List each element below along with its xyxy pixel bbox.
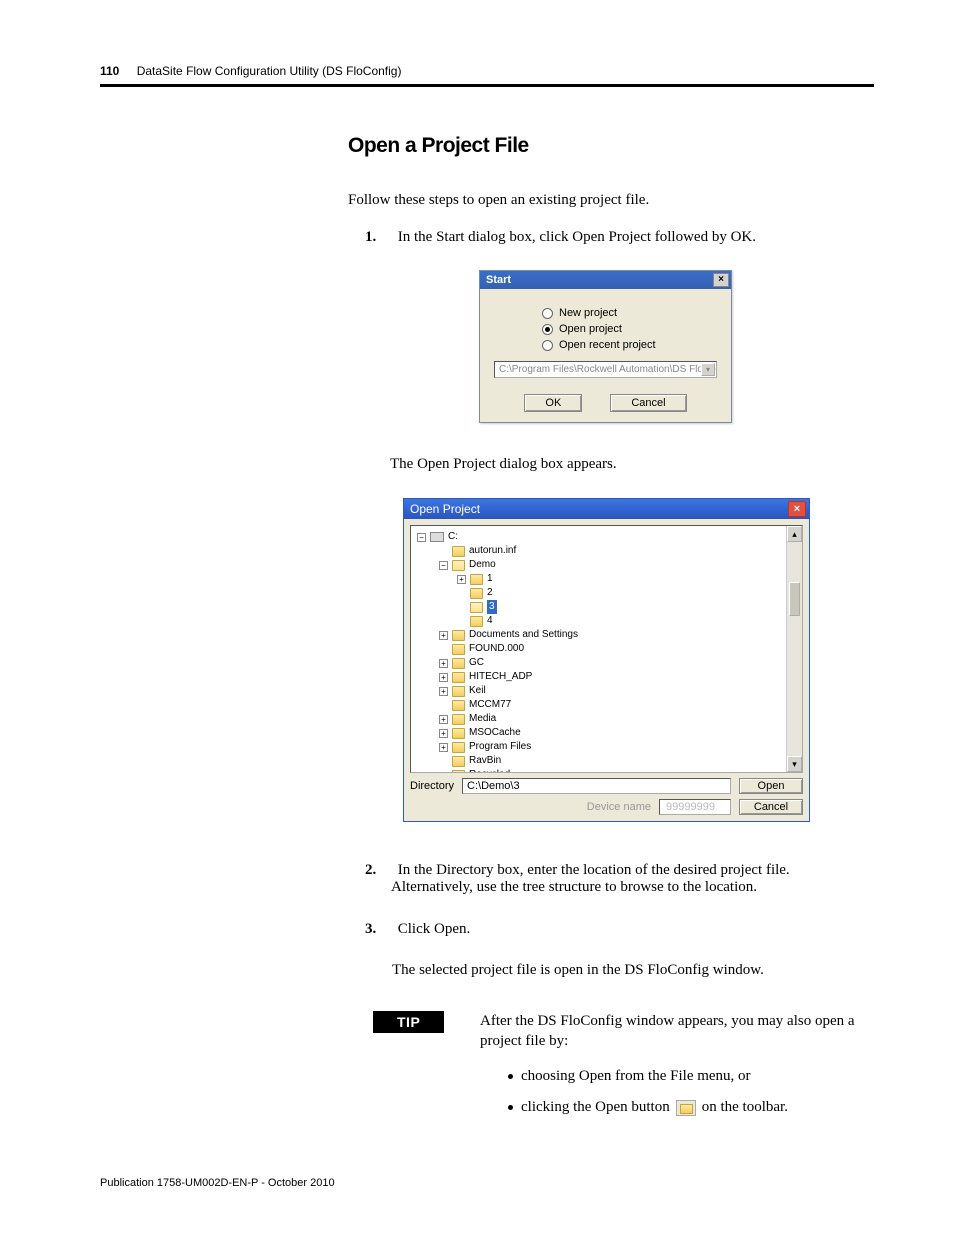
radio-icon bbox=[542, 324, 553, 335]
open-toolbar-icon bbox=[676, 1100, 696, 1116]
scroll-up-icon[interactable]: ▴ bbox=[787, 526, 802, 542]
folder-icon bbox=[452, 644, 465, 655]
scroll-down-icon[interactable]: ▾ bbox=[787, 756, 802, 772]
folder-icon bbox=[452, 700, 465, 711]
folder-icon bbox=[452, 742, 465, 753]
section-title: Open a Project File bbox=[348, 134, 529, 158]
tree-item[interactable]: +HITECH_ADP bbox=[417, 670, 802, 684]
recent-path-field[interactable]: C:\Program Files\Rockwell Automation\DS … bbox=[494, 361, 717, 378]
step-1-text: In the Start dialog box, click Open Proj… bbox=[398, 229, 756, 245]
tree-item[interactable]: +Media bbox=[417, 712, 802, 726]
scroll-thumb[interactable] bbox=[789, 582, 800, 616]
tree-item[interactable]: FOUND.000 bbox=[417, 642, 802, 656]
tip-bullet-1: choosing Open from the File menu, or bbox=[508, 1068, 788, 1085]
tree-item[interactable]: autorun.inf bbox=[417, 544, 802, 558]
step-1-number: 1. bbox=[365, 229, 376, 245]
folder-icon bbox=[470, 616, 483, 627]
tree-item[interactable]: 4 bbox=[417, 614, 802, 628]
intro-text: Follow these steps to open an existing p… bbox=[348, 192, 649, 209]
radio-open-recent[interactable]: Open recent project bbox=[542, 339, 717, 351]
step-1: 1. In the Start dialog box, click Open P… bbox=[365, 229, 756, 246]
radio-icon bbox=[542, 340, 553, 351]
start-dialog-title: Start × bbox=[480, 271, 731, 289]
close-icon[interactable]: × bbox=[713, 273, 729, 287]
folder-icon bbox=[452, 560, 465, 571]
step-2-number: 2. bbox=[365, 862, 376, 878]
open-dialog-title: Open Project × bbox=[404, 499, 809, 519]
radio-open-project[interactable]: Open project bbox=[542, 323, 717, 335]
folder-icon bbox=[452, 728, 465, 739]
step-3-number: 3. bbox=[365, 921, 376, 937]
tree-item[interactable]: −Demo bbox=[417, 558, 802, 572]
tip-text: After the DS FloConfig window appears, y… bbox=[480, 1011, 874, 1052]
page-number: 110 bbox=[100, 64, 119, 78]
tree-item[interactable]: +GC bbox=[417, 656, 802, 670]
folder-icon bbox=[452, 686, 465, 697]
start-dialog-body: New project Open project Open recent pro… bbox=[480, 289, 731, 422]
tree-item[interactable]: RavBin bbox=[417, 754, 802, 768]
folder-icon bbox=[452, 714, 465, 725]
directory-input[interactable]: C:\Demo\3 bbox=[462, 778, 731, 794]
open-dialog-body: −C: autorun.inf −Demo +1 2 3 4 +Document… bbox=[404, 519, 809, 821]
result-text: The selected project file is open in the… bbox=[392, 962, 764, 979]
page-footer: Publication 1758-UM002D-EN-P - October 2… bbox=[100, 1177, 335, 1189]
drive-icon bbox=[430, 532, 444, 542]
tree-item[interactable]: +1 bbox=[417, 572, 802, 586]
page-header: 110 DataSite Flow Configuration Utility … bbox=[100, 64, 874, 87]
folder-icon bbox=[470, 588, 483, 599]
device-name-field: 99999999 bbox=[659, 799, 731, 815]
tree-item[interactable]: 2 bbox=[417, 586, 802, 600]
tree-item[interactable]: +MSOCache bbox=[417, 726, 802, 740]
device-name-label: Device name bbox=[587, 801, 651, 813]
folder-icon bbox=[452, 770, 465, 774]
close-icon[interactable]: × bbox=[788, 501, 806, 517]
header-title: DataSite Flow Configuration Utility (DS … bbox=[137, 64, 402, 78]
step-3-text: Click Open. bbox=[398, 921, 471, 937]
radio-new-project[interactable]: New project bbox=[542, 307, 717, 319]
open-button[interactable]: Open bbox=[739, 778, 803, 794]
folder-icon bbox=[470, 574, 483, 585]
tree-item-selected[interactable]: 3 bbox=[417, 600, 802, 614]
tip-bullets: choosing Open from the File menu, or cli… bbox=[508, 1068, 788, 1130]
tree-item[interactable]: +Keil bbox=[417, 684, 802, 698]
cancel-button[interactable]: Cancel bbox=[739, 799, 803, 815]
folder-icon bbox=[470, 602, 483, 613]
tip-bullet-2: clicking the Open button on the toolbar. bbox=[508, 1099, 788, 1116]
folder-tree[interactable]: −C: autorun.inf −Demo +1 2 3 4 +Document… bbox=[410, 525, 803, 773]
tip-badge: TIP bbox=[373, 1011, 444, 1033]
ok-button[interactable]: OK bbox=[524, 394, 582, 412]
tree-item[interactable]: +Program Files bbox=[417, 740, 802, 754]
step-2-text-b: Alternatively, use the tree structure to… bbox=[391, 879, 874, 896]
dropdown-icon[interactable]: ▾ bbox=[701, 363, 715, 376]
tree-drive-c[interactable]: −C: bbox=[417, 530, 802, 544]
step-2: 2. In the Directory box, enter the locat… bbox=[365, 862, 874, 896]
open-project-dialog: Open Project × −C: autorun.inf −Demo +1 … bbox=[403, 498, 810, 822]
after-start-text: The Open Project dialog box appears. bbox=[390, 456, 617, 473]
tree-item[interactable]: MCCM77 bbox=[417, 698, 802, 712]
folder-icon bbox=[452, 756, 465, 767]
folder-icon bbox=[452, 546, 465, 557]
folder-icon bbox=[452, 672, 465, 683]
step-3: 3. Click Open. bbox=[365, 921, 470, 938]
tree-item[interactable]: Recycled bbox=[417, 768, 802, 773]
radio-icon bbox=[542, 308, 553, 319]
bullet-icon bbox=[508, 1105, 513, 1110]
scrollbar[interactable]: ▴ ▾ bbox=[786, 526, 802, 772]
folder-icon bbox=[452, 658, 465, 669]
cancel-button[interactable]: Cancel bbox=[610, 394, 686, 412]
directory-label: Directory bbox=[410, 780, 454, 792]
tree-item[interactable]: +Documents and Settings bbox=[417, 628, 802, 642]
start-dialog: Start × New project Open project Open re… bbox=[479, 270, 732, 423]
folder-icon bbox=[452, 630, 465, 641]
bullet-icon bbox=[508, 1074, 513, 1079]
step-2-text-a: In the Directory box, enter the location… bbox=[398, 862, 790, 878]
